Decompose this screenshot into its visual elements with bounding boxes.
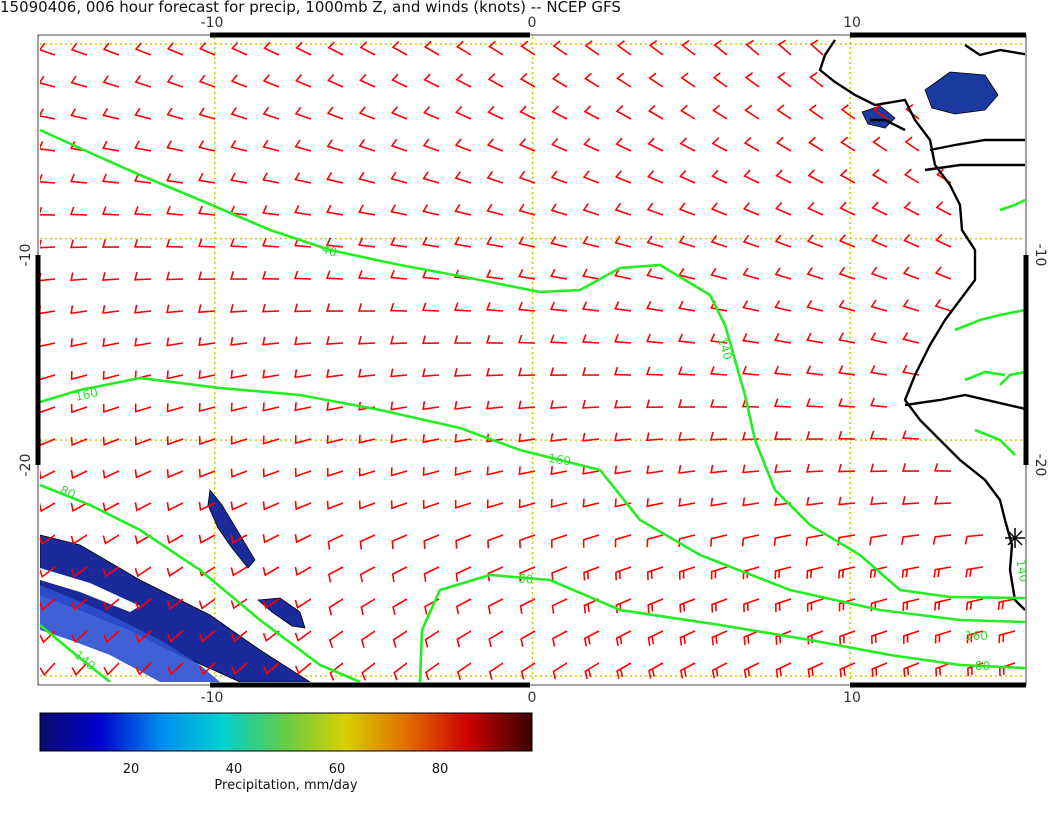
contour-label-80-south: 80 (518, 571, 534, 586)
station-marker-icon (1005, 528, 1025, 548)
contour-label-80-east: 80 (975, 659, 990, 673)
lon-tick-bottom-e10: 10 (843, 690, 861, 706)
colorbar (39, 712, 533, 752)
lon-tick-bottom-w10: -10 (201, 690, 224, 706)
colorbar-label: Precipitation, mm/day (214, 778, 357, 793)
lon-tick-top-e10: 10 (843, 15, 861, 31)
lon-tick-top-0: 0 (528, 15, 537, 31)
colorbar-tick-80: 80 (432, 762, 449, 777)
figure-title: 15090406, 006 hour forecast for precip, … (0, 0, 621, 16)
colorbar-tick-40: 40 (226, 762, 243, 777)
contour-label-160-east: 160 (965, 629, 988, 643)
lon-tick-top-w10: -10 (201, 15, 224, 31)
colorbar-tick-20: 20 (123, 762, 140, 777)
lat-tick-left-s10: -10 (18, 244, 34, 267)
lon-tick-bottom-0: 0 (528, 690, 537, 706)
lat-tick-left-s20: -20 (18, 454, 34, 477)
lat-tick-right-s20: -20 (1032, 454, 1048, 477)
lat-tick-right-s10: -10 (1032, 244, 1048, 267)
colorbar-tick-60: 60 (329, 762, 346, 777)
forecast-map-figure: 15090406, 006 hour forecast for precip, … (0, 0, 1048, 793)
